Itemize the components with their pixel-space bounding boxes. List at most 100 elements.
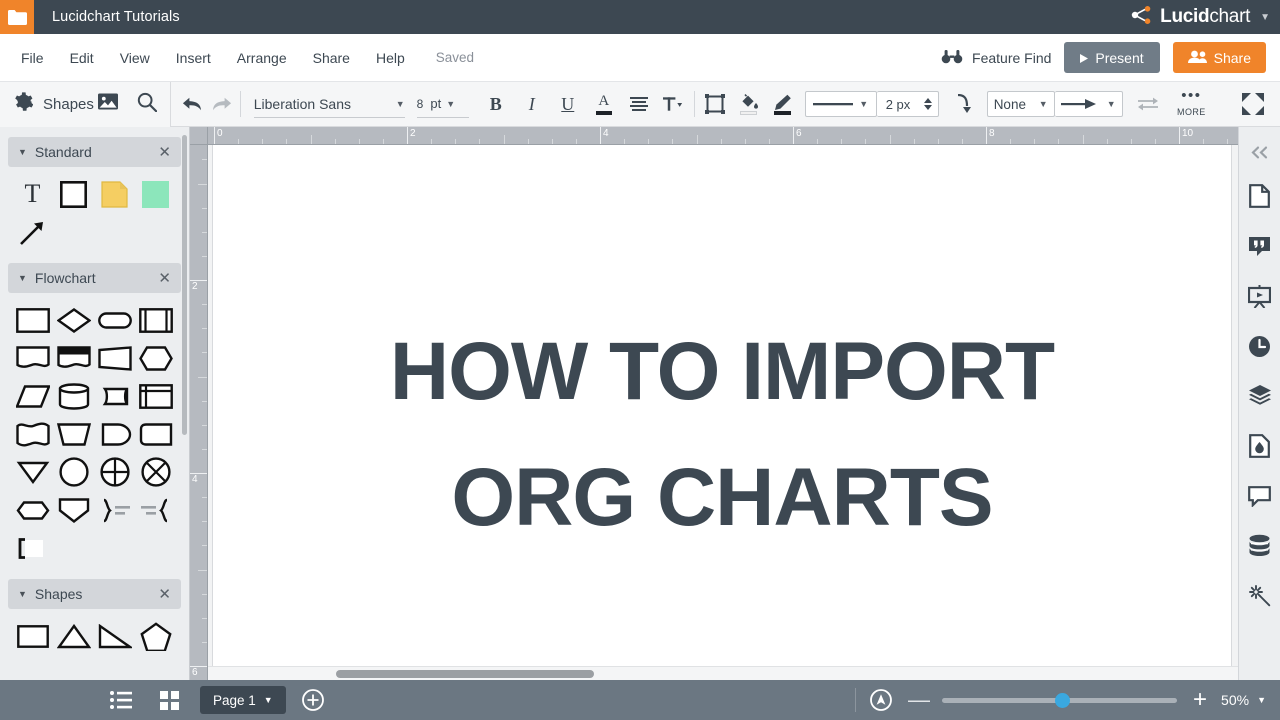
chevron-down-icon[interactable]: ▼ xyxy=(1257,695,1266,705)
clock-history-icon[interactable] xyxy=(1239,321,1280,371)
shape-sticky[interactable] xyxy=(135,175,176,213)
zoom-out-button[interactable]: — xyxy=(906,689,932,711)
underline-button[interactable]: U xyxy=(555,88,581,120)
shape-stored-data[interactable] xyxy=(94,377,135,415)
shape-predefined-process[interactable] xyxy=(135,301,176,339)
shape-text[interactable]: T xyxy=(12,175,53,213)
present-button[interactable]: Present xyxy=(1064,42,1160,73)
shape-section-shapes[interactable]: ▼ Shapes ✕ xyxy=(8,579,181,609)
list-view-icon[interactable] xyxy=(100,680,142,720)
gear-icon[interactable] xyxy=(12,91,34,117)
shape-manual-input[interactable] xyxy=(53,491,94,529)
shape-internal-storage[interactable] xyxy=(135,377,176,415)
shape-delay[interactable] xyxy=(135,415,176,453)
zoom-slider[interactable] xyxy=(942,692,1178,708)
fill-color-button[interactable] xyxy=(736,88,762,120)
shape-terminator[interactable] xyxy=(94,301,135,339)
database-icon[interactable] xyxy=(1239,521,1280,571)
close-icon[interactable]: ✕ xyxy=(158,269,171,287)
shape-rectangle[interactable] xyxy=(53,175,94,213)
presentation-icon[interactable] xyxy=(1239,271,1280,321)
menu-item-edit[interactable]: Edit xyxy=(57,34,107,82)
line-color-button[interactable] xyxy=(770,88,796,120)
swap-endpoints-button[interactable] xyxy=(1135,88,1161,120)
menu-item-view[interactable]: View xyxy=(107,34,163,82)
scrollbar-thumb[interactable] xyxy=(336,670,594,678)
shape-arrow-line[interactable] xyxy=(12,213,53,251)
shape-section-flowchart[interactable]: ▼ Flowchart ✕ xyxy=(8,263,181,293)
magic-wand-icon[interactable] xyxy=(1239,571,1280,621)
canvas-horizontal-scrollbar[interactable] xyxy=(208,666,1280,680)
quote-comment-icon[interactable] xyxy=(1239,221,1280,271)
text-align-button[interactable] xyxy=(626,88,652,120)
shape-display[interactable] xyxy=(94,415,135,453)
canvas-area[interactable]: HOW TO IMPORT ORG CHARTS xyxy=(208,145,1280,680)
shape-multi-document[interactable] xyxy=(53,339,94,377)
shape-document[interactable] xyxy=(12,339,53,377)
shape-section-standard[interactable]: ▼ Standard ✕ xyxy=(8,137,181,167)
shape-process[interactable] xyxy=(12,301,53,339)
chevron-down-icon[interactable]: ▼ xyxy=(18,589,27,599)
bold-button[interactable]: B xyxy=(483,88,509,120)
shape-pentagon[interactable] xyxy=(135,617,176,655)
menu-item-arrange[interactable]: Arrange xyxy=(224,34,300,82)
italic-button[interactable]: I xyxy=(519,88,545,120)
chevron-down-icon[interactable]: ▼ xyxy=(18,147,27,157)
menu-item-file[interactable]: File xyxy=(8,34,57,82)
shape-or[interactable] xyxy=(135,453,176,491)
shape-rect2[interactable] xyxy=(12,617,53,655)
shape-annotation[interactable] xyxy=(12,529,53,567)
search-icon[interactable] xyxy=(137,92,157,117)
shape-parallelogram[interactable] xyxy=(12,377,53,415)
page-selector[interactable]: Page 1 ▼ xyxy=(200,686,286,714)
grid-view-icon[interactable] xyxy=(148,680,190,720)
image-icon[interactable] xyxy=(97,92,119,116)
canvas-title-line-2[interactable]: ORG CHARTS xyxy=(213,451,1231,545)
redo-button[interactable] xyxy=(207,88,233,120)
comment-bubble-icon[interactable] xyxy=(1239,471,1280,521)
close-icon[interactable]: ✕ xyxy=(158,585,171,603)
chevron-down-icon[interactable]: ▼ xyxy=(1260,12,1270,23)
fit-to-screen-icon[interactable] xyxy=(870,689,892,711)
close-icon[interactable]: ✕ xyxy=(158,143,171,161)
line-style-select[interactable]: ▼ xyxy=(804,91,877,117)
shape-preparation[interactable] xyxy=(135,339,176,377)
chevron-down-icon[interactable]: ▼ xyxy=(18,273,27,283)
menu-item-share[interactable]: Share xyxy=(300,34,363,82)
canvas-title-line-1[interactable]: HOW TO IMPORT xyxy=(213,325,1231,419)
share-button[interactable]: Share xyxy=(1172,42,1266,73)
shape-paper-tape[interactable] xyxy=(12,415,53,453)
font-size-select[interactable]: 8 pt ▼ xyxy=(416,90,469,118)
collapse-chevrons-icon[interactable] xyxy=(1239,133,1280,171)
shape-circle[interactable] xyxy=(53,453,94,491)
more-options-button[interactable]: ••• MORE xyxy=(1171,88,1212,117)
feature-find-button[interactable]: Feature Find xyxy=(941,49,1051,67)
shape-brace-left[interactable] xyxy=(135,491,176,529)
undo-button[interactable] xyxy=(181,88,207,120)
add-page-button[interactable] xyxy=(301,689,324,711)
canvas-page[interactable]: HOW TO IMPORT ORG CHARTS xyxy=(213,145,1231,675)
zoom-slider-thumb[interactable] xyxy=(1055,692,1071,708)
shape-note[interactable] xyxy=(94,175,135,213)
stepper-arrows-icon[interactable] xyxy=(923,98,938,110)
menu-item-insert[interactable]: Insert xyxy=(163,34,224,82)
shape-triangle[interactable] xyxy=(53,617,94,655)
shape-manual-operation[interactable] xyxy=(53,415,94,453)
line-width-stepper[interactable]: 2 px xyxy=(876,91,939,117)
zoom-in-button[interactable]: + xyxy=(1187,688,1213,712)
document-page-icon[interactable] xyxy=(1239,171,1280,221)
shape-hexagon[interactable] xyxy=(12,491,53,529)
shape-border-button[interactable] xyxy=(702,88,728,120)
shape-brace-right[interactable] xyxy=(94,491,135,529)
font-family-select[interactable]: Liberation Sans ▼ xyxy=(253,90,405,118)
shape-decision[interactable] xyxy=(53,301,94,339)
font-color-button[interactable]: A xyxy=(591,88,617,120)
shape-direct-data[interactable] xyxy=(53,377,94,415)
folder-icon[interactable] xyxy=(0,0,34,34)
line-jump-button[interactable] xyxy=(951,88,977,120)
menu-item-help[interactable]: Help xyxy=(363,34,418,82)
arrow-start-select[interactable]: None ▼ xyxy=(986,91,1055,117)
shape-summing-junction[interactable] xyxy=(94,453,135,491)
shape-data[interactable] xyxy=(94,339,135,377)
text-options-button[interactable] xyxy=(661,88,687,120)
